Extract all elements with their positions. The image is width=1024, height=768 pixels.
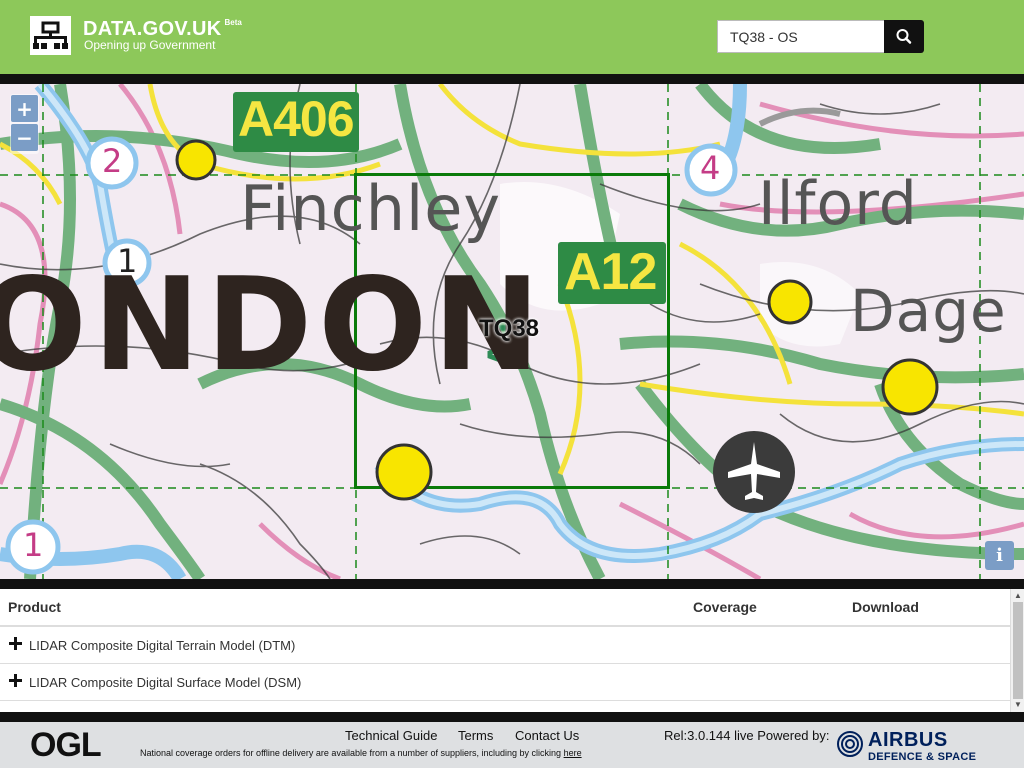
search-input[interactable] <box>717 20 885 53</box>
junction-label-2: 2 <box>102 142 123 180</box>
map-border <box>0 579 1024 589</box>
brand[interactable]: DATA.GOV.UK Beta Opening up Government <box>83 18 242 52</box>
table-scrollbar[interactable]: ▲ ▼ <box>1010 589 1024 712</box>
table-header: Product Coverage Download <box>0 589 1010 627</box>
scroll-up-arrow-icon[interactable]: ▲ <box>1014 591 1022 600</box>
airbus-subtitle: DEFENCE & SPACE <box>868 751 977 763</box>
contact-us-link[interactable]: Contact Us <box>515 728 579 743</box>
zoom-control: + − <box>10 94 39 154</box>
beta-badge: Beta <box>224 18 242 27</box>
brand-title: DATA.GOV.UK <box>83 18 222 40</box>
site-logo[interactable] <box>30 16 71 55</box>
place-label-dage: Dage <box>850 277 1007 345</box>
column-header-product[interactable]: Product <box>8 599 61 615</box>
search-icon <box>896 29 912 44</box>
release-info: Rel:3.0.144 live Powered by: <box>664 728 830 743</box>
product-name: LIDAR Composite Digital Terrain Model (D… <box>29 638 296 653</box>
selected-tile-label: TQ38 <box>479 315 540 342</box>
site-header: DATA.GOV.UK Beta Opening up Government <box>0 0 1024 74</box>
plus-icon[interactable] <box>9 637 22 650</box>
info-button[interactable]: i <box>985 541 1014 570</box>
junction-label-1: 1 <box>117 242 138 280</box>
footer-note: National coverage orders for offline del… <box>140 748 582 758</box>
product-name: LIDAR Composite Digital Surface Model (D… <box>29 675 302 690</box>
airbus-swirl-icon <box>837 731 863 757</box>
footer-border <box>0 712 1024 722</box>
site-footer: OGL Technical Guide Terms Contact Us Rel… <box>0 722 1024 768</box>
place-label-london: ONDON <box>0 251 547 400</box>
place-label-finchley: Finchley <box>240 172 502 245</box>
footer-note-text: National coverage orders for offline del… <box>140 748 562 758</box>
table-row[interactable]: LIDAR Composite Digital Surface Model (D… <box>0 664 1010 701</box>
road-label-a12: A12 <box>564 243 657 301</box>
table-row[interactable]: LIDAR Composite Digital Terrain Model (D… <box>0 627 1010 664</box>
scroll-thumb[interactable] <box>1013 602 1023 699</box>
terms-link[interactable]: Terms <box>458 728 493 743</box>
ogl-logo[interactable]: OGL <box>30 726 102 765</box>
place-label-ilford: Ilford <box>758 169 918 239</box>
junction-label-1b: 1 <box>23 526 44 564</box>
column-header-coverage[interactable]: Coverage <box>693 599 757 615</box>
scroll-down-arrow-icon[interactable]: ▼ <box>1014 700 1022 709</box>
brand-subtitle: Opening up Government <box>84 38 216 52</box>
plus-icon[interactable] <box>9 674 22 687</box>
junction-label-4: 4 <box>700 149 721 187</box>
map-border <box>0 74 1024 84</box>
map-viewport[interactable]: A406 A12 A1 Finchley Ilford ONDON Dage T… <box>0 84 1024 579</box>
airport-icon <box>713 431 795 513</box>
column-header-download[interactable]: Download <box>852 599 919 615</box>
search-button[interactable] <box>884 20 924 53</box>
network-logo-icon <box>33 21 68 49</box>
zoom-in-button[interactable]: + <box>11 95 38 122</box>
airbus-logo[interactable]: AIRBUS DEFENCE & SPACE <box>836 727 996 765</box>
technical-guide-link[interactable]: Technical Guide <box>345 728 438 743</box>
product-table: Product Coverage Download LIDAR Composit… <box>0 589 1010 712</box>
airbus-name: AIRBUS <box>868 729 948 751</box>
footer-note-link[interactable]: here <box>564 748 582 758</box>
zoom-out-button[interactable]: − <box>11 124 38 151</box>
road-label-a406: A406 <box>238 91 355 147</box>
